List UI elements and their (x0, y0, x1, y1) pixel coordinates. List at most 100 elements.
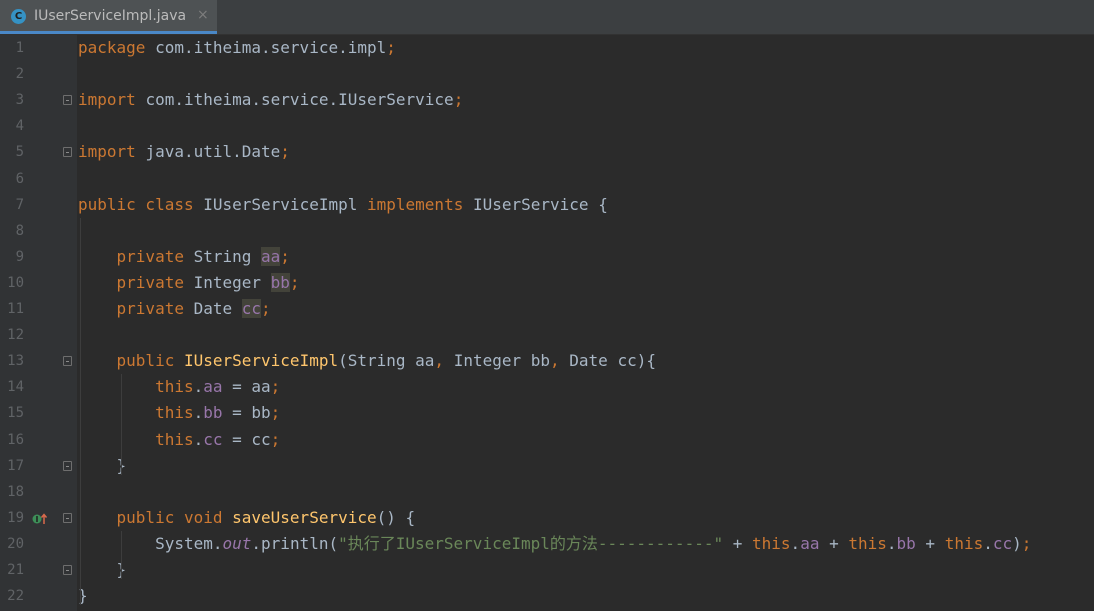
line-number: 10 (7, 274, 24, 291)
code-token: bb (896, 533, 916, 553)
line-number: 15 (7, 405, 24, 422)
code-token: private (116, 299, 194, 318)
line-number: 13 (7, 353, 24, 370)
code-token: Date (193, 299, 242, 318)
code-text: private String aa; (78, 244, 290, 270)
editor-tab-bar: C IUserServiceImpl.java × (0, 0, 1094, 35)
code-line[interactable]: 13 public IUserServiceImpl(String aa, In… (0, 348, 1094, 374)
code-token: this (944, 533, 984, 553)
line-number: 14 (7, 379, 24, 396)
code-token: com.itheima.service.impl (155, 38, 387, 57)
code-token: = cc (222, 429, 271, 449)
code-token: implements (367, 194, 473, 214)
svg-text:I: I (36, 515, 39, 524)
fold-marker-icon[interactable] (63, 356, 72, 367)
code-token: = bb (222, 403, 271, 423)
code-line[interactable]: 5 import java.util.Date; (0, 139, 1094, 165)
tab-file-name[interactable]: IUserServiceImpl.java (34, 8, 186, 24)
indent-guide (121, 374, 122, 475)
code-token: Date cc){ (569, 351, 656, 371)
line-number: 5 (15, 144, 24, 161)
code-text: } (78, 557, 127, 583)
code-token: bb (203, 403, 223, 423)
code-token: cc (241, 299, 262, 318)
indent-guide (80, 217, 81, 606)
code-line[interactable]: 19 public void saveUserService() { (0, 505, 1094, 531)
code-line[interactable]: 14 this.aa = aa; (0, 374, 1094, 400)
code-token: ; (261, 299, 271, 318)
close-tab-icon[interactable]: × (197, 7, 209, 23)
code-token: import (78, 142, 146, 162)
code-token: IUserServiceImpl (203, 194, 367, 214)
code-token: , (550, 351, 570, 371)
code-token: . (193, 403, 204, 423)
code-text: private Date cc; (78, 296, 271, 322)
code-text: public class IUserServiceImpl implements… (78, 192, 608, 218)
code-line[interactable]: 3 import com.itheima.service.IUserService… (0, 87, 1094, 113)
code-token: bb (270, 272, 290, 292)
implements-method-icon[interactable]: I (32, 511, 48, 525)
line-number: 20 (7, 535, 24, 552)
code-token: import (78, 90, 146, 110)
code-line[interactable]: 2 (0, 61, 1094, 87)
line-number: 8 (15, 222, 24, 239)
fold-marker-icon[interactable] (63, 512, 72, 523)
fold-marker-icon[interactable] (63, 95, 72, 106)
code-text: public void saveUserService() { (78, 505, 416, 531)
code-line[interactable]: 11 private Date cc; (0, 296, 1094, 322)
code-token: . (193, 377, 204, 397)
code-token: public void (116, 507, 233, 527)
code-line[interactable]: 12 (0, 322, 1094, 348)
code-line[interactable]: 15 this.bb = bb; (0, 400, 1094, 426)
code-token: ; (270, 429, 281, 449)
code-text: } (78, 453, 127, 479)
code-token: . (193, 429, 204, 449)
line-number: 21 (7, 562, 24, 578)
code-token: aa (800, 533, 820, 553)
code-text: this.aa = aa; (78, 374, 280, 400)
code-line[interactable]: 20 System.out.println("执行了IUserServiceIm… (0, 531, 1094, 557)
code-line[interactable]: 6 (0, 166, 1094, 192)
code-token: } (78, 560, 127, 579)
code-line[interactable]: 1 package com.itheima.service.impl; (0, 35, 1094, 61)
code-token: private (116, 272, 194, 292)
fold-marker-icon[interactable] (63, 565, 72, 575)
line-number: 6 (15, 170, 24, 187)
code-line[interactable]: 9 private String aa; (0, 244, 1094, 270)
code-token: IUserServiceImpl (183, 351, 339, 371)
code-token: this (155, 403, 194, 423)
code-token: + (915, 533, 945, 553)
code-line[interactable]: 16 this.cc = cc; (0, 427, 1094, 453)
editor-tab[interactable]: C IUserServiceImpl.java × (0, 0, 217, 34)
code-editor[interactable]: 1 package com.itheima.service.impl; 2 3 impo… (0, 35, 1094, 611)
code-line[interactable]: 21 } (0, 557, 1094, 583)
code-token: ; (280, 246, 290, 266)
code-token: Integer (193, 272, 271, 292)
code-token: "执行了IUserServiceImpl的方法------------" (338, 533, 724, 553)
fold-marker-icon[interactable] (63, 147, 72, 158)
code-line[interactable]: 7 public class IUserServiceImpl implement… (0, 192, 1094, 218)
code-line[interactable]: 22} (0, 583, 1094, 609)
code-line[interactable]: 4 (0, 113, 1094, 139)
code-line[interactable]: 18 (0, 479, 1094, 505)
line-number: 9 (15, 248, 24, 265)
code-token: } (78, 455, 127, 475)
code-line[interactable]: 17 } (0, 453, 1094, 479)
code-line[interactable]: 10 private Integer bb; (0, 270, 1094, 296)
code-token: () { (376, 507, 416, 527)
code-token: aa (261, 246, 281, 266)
code-token: String (193, 246, 262, 266)
code-token: com.itheima.service.IUserService (145, 90, 454, 110)
code-token: this (848, 533, 887, 553)
code-text: import com.itheima.service.IUserService; (78, 87, 463, 113)
code-token: ) (1012, 533, 1022, 553)
code-token: Integer bb (453, 351, 551, 371)
fold-marker-icon[interactable] (63, 460, 72, 471)
code-token: = aa (222, 377, 271, 397)
code-line[interactable]: 8 (0, 218, 1094, 244)
